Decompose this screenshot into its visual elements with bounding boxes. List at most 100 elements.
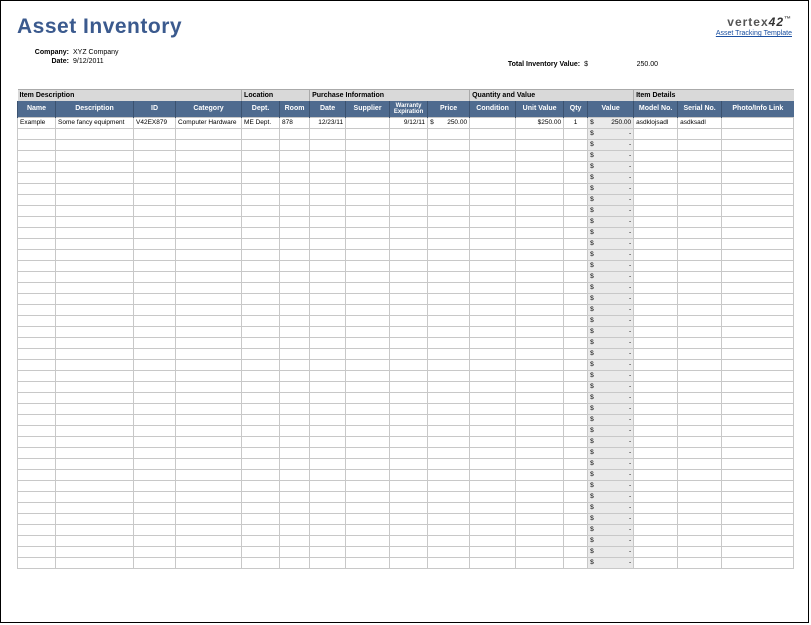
cell-empty	[56, 194, 134, 205]
cell-val: $-	[588, 194, 634, 205]
cell-empty	[56, 348, 134, 359]
cell-empty	[176, 194, 242, 205]
cell-empty	[564, 513, 588, 524]
cell-empty	[722, 469, 794, 480]
cell-empty	[564, 304, 588, 315]
cell-empty	[678, 403, 722, 414]
cell-empty	[280, 238, 310, 249]
column-header-row: Name Description ID Category Dept. Room …	[18, 101, 794, 118]
cell-empty	[428, 161, 470, 172]
cell-empty	[428, 381, 470, 392]
cell-photo	[722, 117, 794, 128]
cell-empty	[134, 161, 176, 172]
cell-empty	[470, 172, 516, 183]
cell-empty	[280, 194, 310, 205]
meta-date-value: 9/12/2011	[71, 58, 104, 65]
cell-empty	[346, 502, 390, 513]
cell-empty	[242, 480, 280, 491]
cell-empty	[470, 524, 516, 535]
cell-empty	[56, 238, 134, 249]
cell-empty	[134, 370, 176, 381]
cell-empty	[470, 260, 516, 271]
cell-empty	[242, 271, 280, 282]
cell-empty	[56, 392, 134, 403]
cell-empty	[176, 348, 242, 359]
cell-empty	[310, 128, 346, 139]
cell-empty	[428, 392, 470, 403]
cell-empty	[390, 172, 428, 183]
cell-val: $-	[588, 139, 634, 150]
table-row: $-	[18, 469, 794, 480]
cell-empty	[176, 436, 242, 447]
table-row: $-	[18, 227, 794, 238]
cell-empty	[678, 337, 722, 348]
cell-empty	[242, 381, 280, 392]
cell-val: $-	[588, 381, 634, 392]
cell-empty	[634, 128, 678, 139]
cell-val: $-	[588, 469, 634, 480]
cell-empty	[242, 150, 280, 161]
table-row: $-	[18, 282, 794, 293]
cell-val: $-	[588, 392, 634, 403]
cell-id: V42EX879	[134, 117, 176, 128]
cell-empty	[428, 491, 470, 502]
cell-empty	[634, 172, 678, 183]
cell-empty	[310, 480, 346, 491]
cell-empty	[18, 260, 56, 271]
cell-empty	[176, 392, 242, 403]
cell-empty	[722, 150, 794, 161]
cell-empty	[134, 469, 176, 480]
cell-empty	[390, 414, 428, 425]
cell-empty	[310, 282, 346, 293]
cell-empty	[310, 348, 346, 359]
cell-empty	[678, 524, 722, 535]
cell-empty	[516, 513, 564, 524]
cell-val: $-	[588, 502, 634, 513]
cell-empty	[428, 469, 470, 480]
col-condition: Condition	[470, 101, 516, 118]
cell-empty	[134, 535, 176, 546]
group-purchase: Purchase Information	[310, 90, 470, 101]
cell-empty	[242, 414, 280, 425]
cell-empty	[390, 194, 428, 205]
cell-empty	[56, 491, 134, 502]
cell-empty	[280, 513, 310, 524]
cell-empty	[516, 392, 564, 403]
cell-empty	[678, 370, 722, 381]
cell-empty	[470, 458, 516, 469]
cell-empty	[678, 480, 722, 491]
cell-price: $250.00	[428, 117, 470, 128]
cell-empty	[18, 469, 56, 480]
cell-empty	[470, 436, 516, 447]
cell-empty	[176, 480, 242, 491]
cell-empty	[470, 337, 516, 348]
cell-empty	[346, 282, 390, 293]
cell-empty	[428, 348, 470, 359]
table-row: $-	[18, 370, 794, 381]
brand-template-link[interactable]: Asset Tracking Template	[716, 30, 792, 37]
cell-empty	[390, 513, 428, 524]
cell-empty	[18, 524, 56, 535]
cell-empty	[346, 150, 390, 161]
cell-empty	[134, 304, 176, 315]
cell-empty	[516, 436, 564, 447]
cell-empty	[428, 326, 470, 337]
cell-empty	[390, 535, 428, 546]
cell-empty	[564, 172, 588, 183]
cell-empty	[56, 557, 134, 568]
cell-empty	[428, 238, 470, 249]
cell-empty	[242, 392, 280, 403]
cell-empty	[470, 513, 516, 524]
cell-empty	[56, 414, 134, 425]
cell-empty	[242, 260, 280, 271]
cell-empty	[470, 381, 516, 392]
cell-empty	[634, 436, 678, 447]
col-id: ID	[134, 101, 176, 118]
total-value: 250.00	[618, 61, 658, 68]
cell-empty	[242, 337, 280, 348]
cell-empty	[310, 260, 346, 271]
cell-empty	[634, 249, 678, 260]
cell-empty	[722, 227, 794, 238]
cell-empty	[18, 480, 56, 491]
cell-empty	[346, 403, 390, 414]
